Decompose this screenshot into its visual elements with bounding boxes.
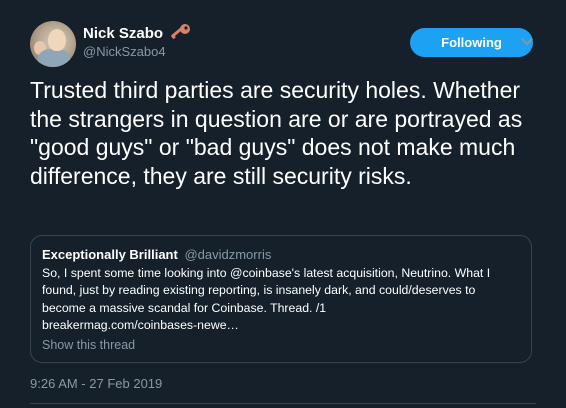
quoted-tweet-author-handle: @davidzmorris	[184, 247, 272, 262]
quoted-tweet-body: So, I spent some time looking into @coin…	[42, 266, 491, 315]
divider	[30, 403, 536, 404]
quoted-tweet-author-name: Exceptionally Brilliant	[42, 247, 178, 262]
author-name-row: Nick Szabo	[83, 23, 191, 43]
tweet-text: Trusted third parties are security holes…	[30, 77, 523, 189]
show-thread-link[interactable]: Show this thread	[42, 338, 135, 352]
chevron-down-icon[interactable]	[520, 36, 534, 48]
following-button[interactable]: Following	[410, 28, 533, 57]
quoted-tweet[interactable]: Exceptionally Brilliant @davidzmorris So…	[30, 235, 532, 363]
tweet-card: Nick Szabo @NickSzabo4 Following Trusted…	[0, 0, 566, 408]
key-icon	[170, 24, 191, 40]
avatar-body	[38, 49, 70, 67]
avatar-face	[48, 29, 66, 51]
quoted-tweet-text: So, I spent some time looking into @coin…	[42, 265, 520, 334]
tweet-timestamp[interactable]: 9:26 AM - 27 Feb 2019	[30, 376, 162, 391]
quoted-tweet-header: Exceptionally Brilliant @davidzmorris	[42, 247, 271, 262]
author-handle[interactable]: @NickSzabo4	[83, 44, 166, 59]
author-display-name[interactable]: Nick Szabo	[83, 25, 163, 42]
quoted-tweet-link[interactable]: breakermag.com/coinbases-newe…	[42, 318, 239, 332]
avatar[interactable]	[30, 21, 76, 67]
